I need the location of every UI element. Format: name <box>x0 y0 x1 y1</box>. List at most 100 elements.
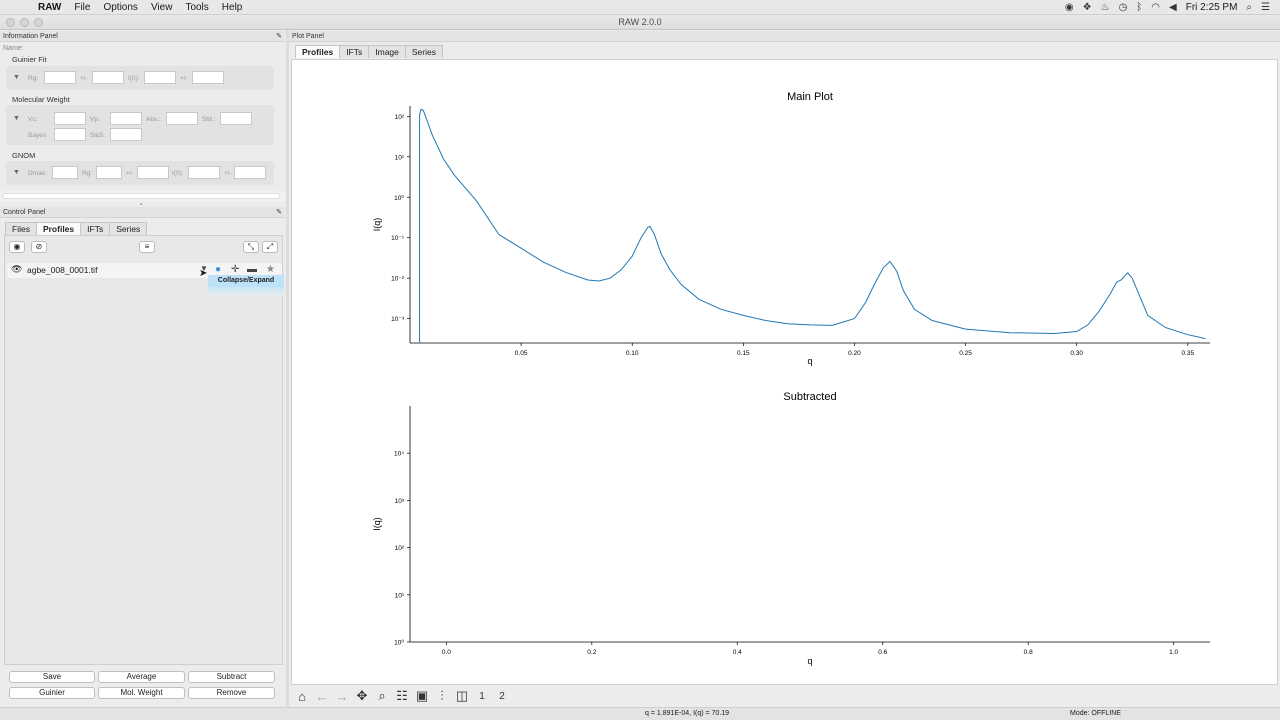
tab-plot-series[interactable]: Series <box>404 45 443 58</box>
close-window-button[interactable] <box>6 18 15 27</box>
mw-title: Molecular Weight <box>12 95 70 104</box>
info-scrollbar[interactable] <box>0 191 285 201</box>
average-button[interactable]: Average <box>98 671 185 683</box>
menu-options[interactable]: Options <box>103 2 137 13</box>
guinier-title: Guinier Fit <box>12 55 47 64</box>
y-tick-label: 10² <box>395 545 405 552</box>
plot-1-icon[interactable]: 1 <box>475 691 489 702</box>
wifi-icon[interactable]: ◠ <box>1151 2 1160 13</box>
tab-files[interactable]: Files <box>5 222 37 235</box>
save-figure-icon[interactable]: ▣ <box>415 688 429 704</box>
vp-field[interactable] <box>110 112 142 125</box>
abs-field[interactable] <box>166 112 198 125</box>
panel-splitter[interactable] <box>286 30 289 707</box>
home-icon[interactable]: ⌂ <box>295 689 309 704</box>
adjust-icon[interactable]: ⫶ <box>435 688 449 704</box>
expand-triangle-icon[interactable]: ▼ <box>13 115 20 122</box>
menu-file[interactable]: File <box>74 2 90 13</box>
minimize-window-button[interactable] <box>20 18 29 27</box>
pin-icon[interactable]: ✎ <box>276 207 282 218</box>
list-icon[interactable]: ☰ <box>1261 2 1270 13</box>
plot-svg[interactable]: Main Plot q I(q) 0.05 0.10 0.15 0.20 0.25 0.30 0.… <box>292 60 1277 684</box>
volume-icon[interactable]: ◀ <box>1169 2 1177 13</box>
hide-all-button[interactable]: ⊘ <box>31 241 47 253</box>
rg-err-field[interactable] <box>92 71 124 84</box>
vc-label: Vc: <box>28 116 38 123</box>
layout-both-icon[interactable]: ◫ <box>455 688 469 704</box>
save-button[interactable]: Save <box>9 671 95 683</box>
show-all-button[interactable]: ◉ <box>9 241 25 253</box>
gnom-rg-err-field[interactable] <box>137 166 169 179</box>
y-tick-label: 10³ <box>395 498 405 505</box>
info-icon[interactable]: ● <box>215 264 221 275</box>
gnom-group: ▼ Dmax: Rg: +/- I(0): +/- <box>6 161 274 185</box>
select-all-button[interactable]: ≡ <box>139 241 155 253</box>
collapse-all-button[interactable]: ⤡ <box>243 241 259 253</box>
search-icon[interactable]: ⌕ <box>1246 2 1252 13</box>
bayes-field[interactable] <box>54 128 86 141</box>
dropbox-icon[interactable]: ❖ <box>1083 2 1092 13</box>
i0-err-field[interactable] <box>192 71 224 84</box>
subtracted-plot[interactable]: Subtracted q I(q) 0.0 0.2 0.4 0.6 0.8 1.0 10⁴ 10³ 1… <box>372 391 1210 666</box>
forward-arrow-icon[interactable]: → <box>335 689 349 704</box>
guinier-button[interactable]: Guinier <box>9 687 95 699</box>
rg-label: Rg: <box>28 75 39 82</box>
gnom-i0-err-field[interactable] <box>234 166 266 179</box>
chart-title: Main Plot <box>787 91 833 103</box>
rg-field[interactable] <box>44 71 76 84</box>
y-axis-label: I(q) <box>372 517 382 531</box>
star-icon[interactable]: ★ <box>266 264 275 275</box>
remove-button[interactable]: Remove <box>188 687 275 699</box>
gnom-rg-field[interactable] <box>96 166 122 179</box>
tooltip: Collapse/Expand <box>208 275 284 287</box>
menu-tools[interactable]: Tools <box>185 2 208 13</box>
eye-icon: ◉ <box>13 242 21 251</box>
bluetooth-icon[interactable]: ᛒ <box>1136 2 1142 13</box>
clock[interactable]: Fri 2:25 PM <box>1186 2 1238 13</box>
vc-field[interactable] <box>54 112 86 125</box>
record-icon[interactable]: ◉ <box>1065 2 1074 13</box>
zoom-icon[interactable]: ⌕ <box>375 688 389 704</box>
i0-field[interactable] <box>144 71 176 84</box>
menu-app[interactable]: RAW <box>38 2 61 13</box>
std-field[interactable] <box>220 112 252 125</box>
plot-2-icon[interactable]: 2 <box>495 691 509 702</box>
control-tabs: Files Profiles IFTs Series <box>5 222 148 235</box>
subtract-button[interactable]: Subtract <box>188 671 275 683</box>
info-panel-header: Information Panel ✎ <box>0 31 285 42</box>
tab-ifts[interactable]: IFTs <box>80 222 111 235</box>
line-style-icon[interactable]: ▬ <box>247 264 257 275</box>
back-arrow-icon[interactable]: ← <box>315 689 329 704</box>
time-machine-icon[interactable]: ◷ <box>1119 2 1128 13</box>
x-tick-label: 1.0 <box>1169 649 1178 656</box>
mw-group: ▼ Vc: Vp: Abs.: Std.: Bayes S&S: <box>6 105 274 145</box>
dmax-field[interactable] <box>52 166 78 179</box>
eye-icon[interactable]: 👁 <box>11 264 22 275</box>
ss-field[interactable] <box>110 128 142 141</box>
mol-weight-button[interactable]: Mol. Weight <box>98 687 185 699</box>
tab-plot-ifts[interactable]: IFTs <box>339 45 370 58</box>
pan-icon[interactable]: ✥ <box>355 688 369 704</box>
plot-canvas[interactable]: Main Plot q I(q) 0.05 0.10 0.15 0.20 0.25 0.30 0.… <box>291 59 1278 685</box>
flame-icon[interactable]: ♨ <box>1101 2 1110 13</box>
main-plot[interactable]: Main Plot q I(q) 0.05 0.10 0.15 0.20 0.25 0.30 0.… <box>372 91 1210 366</box>
i0-label: I(0): <box>128 75 140 82</box>
gnom-i0-field[interactable] <box>188 166 220 179</box>
tab-plot-profiles[interactable]: Profiles <box>295 45 341 58</box>
menu-help[interactable]: Help <box>222 2 243 13</box>
expand-all-button[interactable]: ⤢ <box>262 241 278 253</box>
configure-icon[interactable]: ☷ <box>395 688 409 704</box>
menu-view[interactable]: View <box>151 2 173 13</box>
cursor-coordinates: q = 1.891E-04, I(q) = 70.19 <box>645 710 730 717</box>
x-tick-label: 0.30 <box>1070 350 1083 357</box>
tab-profiles[interactable]: Profiles <box>35 222 82 235</box>
zoom-window-button[interactable] <box>34 18 43 27</box>
expand-triangle-icon[interactable]: ▼ <box>13 169 20 176</box>
mouse-cursor-icon: ➤ <box>199 268 208 279</box>
tab-series[interactable]: Series <box>109 222 148 235</box>
tab-plot-image[interactable]: Image <box>368 45 406 58</box>
move-icon[interactable]: ✛ <box>231 264 239 275</box>
expand-triangle-icon[interactable]: ▼ <box>13 74 20 81</box>
y-tick-label: 10⁰ <box>394 639 404 647</box>
pin-icon[interactable]: ✎ <box>276 31 282 42</box>
